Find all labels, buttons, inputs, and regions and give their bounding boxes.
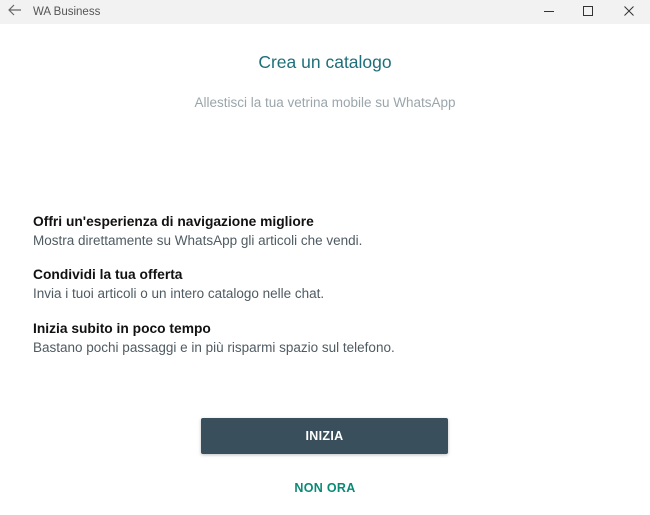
title-bar: WA Business bbox=[0, 0, 650, 24]
maximize-icon bbox=[583, 3, 593, 21]
feature-heading: Offri un'esperienza di navigazione migli… bbox=[33, 214, 314, 229]
feature-item: Inizia subito in poco tempo Bastano poch… bbox=[33, 320, 623, 358]
maximize-button[interactable] bbox=[571, 0, 605, 24]
back-arrow-icon bbox=[8, 3, 22, 21]
minimize-button[interactable] bbox=[532, 0, 566, 24]
feature-item: Offri un'esperienza di navigazione migli… bbox=[33, 213, 623, 251]
close-icon bbox=[624, 3, 634, 21]
page-subtitle: Allestisci la tua vetrina mobile su What… bbox=[0, 95, 650, 110]
feature-heading: Inizia subito in poco tempo bbox=[33, 321, 211, 336]
feature-description: Bastano pochi passaggi e in più risparmi… bbox=[33, 340, 395, 355]
back-button[interactable] bbox=[6, 3, 24, 21]
close-button[interactable] bbox=[612, 0, 646, 24]
not-now-button[interactable]: NON ORA bbox=[0, 481, 650, 495]
feature-description: Invia i tuoi articoli o un intero catalo… bbox=[33, 286, 325, 301]
window-title: WA Business bbox=[33, 6, 101, 18]
minimize-icon bbox=[544, 3, 554, 21]
feature-description: Mostra direttamente su WhatsApp gli arti… bbox=[33, 233, 363, 248]
app-window: WA Business Crea un catalogo Allestisci … bbox=[0, 0, 650, 515]
feature-heading: Condividi la tua offerta bbox=[33, 267, 183, 282]
start-button[interactable]: INIZIA bbox=[201, 418, 448, 454]
feature-item: Condividi la tua offerta Invia i tuoi ar… bbox=[33, 266, 623, 304]
page-title: Crea un catalogo bbox=[258, 52, 392, 72]
page-subtitle-text: Allestisci la tua vetrina mobile su What… bbox=[194, 95, 456, 110]
not-now-label: NON ORA bbox=[294, 481, 356, 495]
